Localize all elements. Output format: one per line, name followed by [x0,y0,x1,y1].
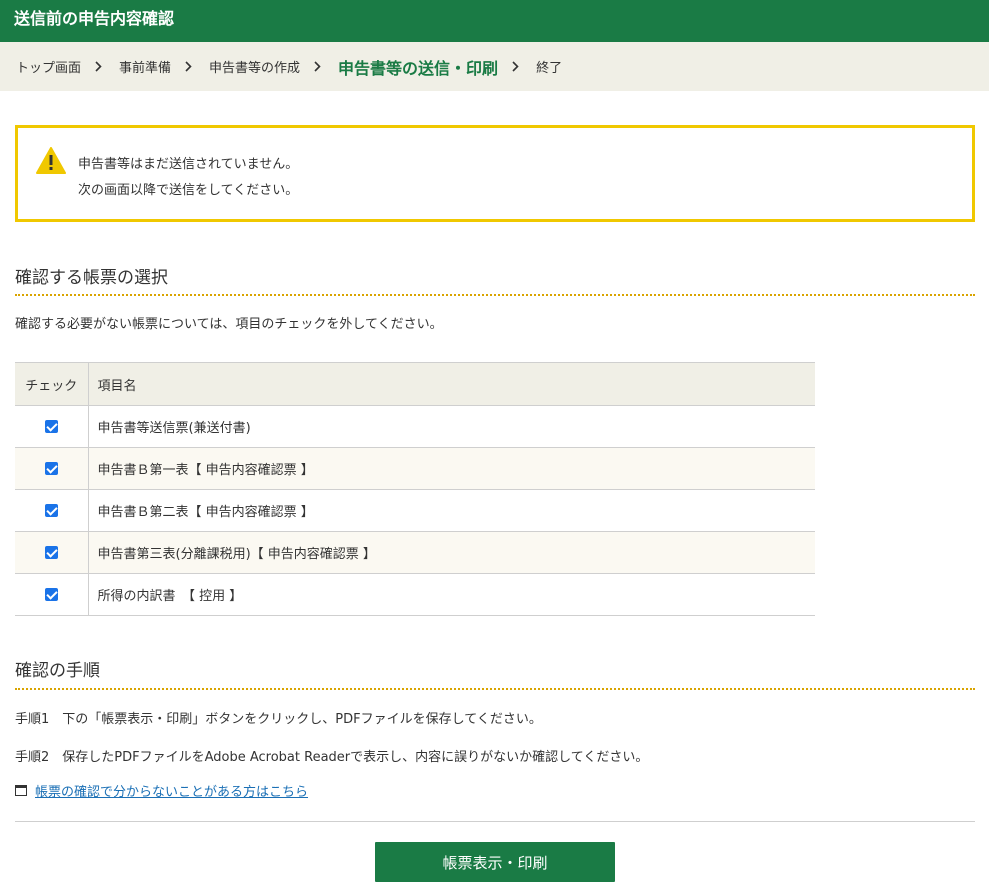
warning-message: 申告書等はまだ送信されていません。 次の画面以降で送信をしてください。 [78,152,298,204]
form-item-name: 申告書第三表(分離課税用)【 申告内容確認票 】 [88,531,815,574]
warning-line-2: 次の画面以降で送信をしてください。 [78,183,299,198]
table-header-row: チェック 項目名 [15,362,815,406]
form-checkbox[interactable] [44,546,58,559]
page-header: 送信前の申告内容確認 [0,0,989,42]
form-item-name: 申告書Ｂ第二表【 申告内容確認票 】 [88,489,815,532]
breadcrumb-item-current: 申告書等の送信・印刷 [338,58,499,78]
column-header-check: チェック [15,362,89,406]
chevron-right-icon [185,61,192,72]
check-cell [15,531,89,574]
chevron-right-icon [95,61,102,72]
form-checkbox[interactable] [44,462,58,475]
form-checkbox[interactable] [44,588,58,601]
check-cell [15,405,89,448]
form-item-name: 所得の内訳書 【 控用 】 [88,573,815,616]
warning-icon [36,147,66,175]
form-checkbox[interactable] [44,504,58,517]
procedure-step-2: 手順2 保存したPDFファイルをAdobe Acrobat Readerで表示し… [15,750,649,765]
table-row: 申告書Ｂ第二表【 申告内容確認票 】 [15,489,815,532]
breadcrumb-item-end: 終了 [536,61,563,76]
check-cell [15,573,89,616]
page-title: 送信前の申告内容確認 [14,9,175,28]
new-window-icon [15,785,27,796]
table-row: 所得の内訳書 【 控用 】 [15,573,815,616]
breadcrumb-item-top: トップ画面 [16,61,82,76]
chevron-right-icon [314,61,321,72]
table-row: 申告書Ｂ第一表【 申告内容確認票 】 [15,447,815,490]
breadcrumb: トップ画面 事前準備 申告書等の作成 申告書等の送信・印刷 終了 [0,42,989,91]
help-link-row: 帳票の確認で分からないことがある方はこちら [15,781,308,800]
print-forms-button[interactable]: 帳票表示・印刷 [375,842,615,882]
procedure-step-1: 手順1 下の「帳票表示・印刷」ボタンをクリックし、PDFファイルを保存してくださ… [15,712,542,727]
table-row: 申告書等送信票(兼送付書) [15,405,815,448]
form-item-name: 申告書Ｂ第一表【 申告内容確認票 】 [88,447,815,490]
breadcrumb-item-create: 申告書等の作成 [209,61,301,76]
form-selection-table: チェック 項目名 申告書等送信票(兼送付書) 申告書Ｂ第一表【 申告内容確認票 … [15,362,815,616]
check-cell [15,447,89,490]
warning-line-1: 申告書等はまだ送信されていません。 [78,157,299,172]
check-cell [15,489,89,532]
column-header-item-name: 項目名 [88,362,815,406]
chevron-right-icon [512,61,519,72]
breadcrumb-item-preparation: 事前準備 [119,61,172,76]
form-item-name: 申告書等送信票(兼送付書) [88,405,815,448]
section-title-procedure: 確認の手順 [15,656,975,690]
help-link[interactable]: 帳票の確認で分からないことがある方はこちら [35,781,308,800]
divider [15,821,975,822]
warning-notice: 申告書等はまだ送信されていません。 次の画面以降で送信をしてください。 [15,125,975,222]
form-checkbox[interactable] [44,420,58,433]
selection-description: 確認する必要がない帳票については、項目のチェックを外してください。 [15,317,443,332]
table-row: 申告書第三表(分離課税用)【 申告内容確認票 】 [15,531,815,574]
section-title-form-selection: 確認する帳票の選択 [15,263,975,296]
